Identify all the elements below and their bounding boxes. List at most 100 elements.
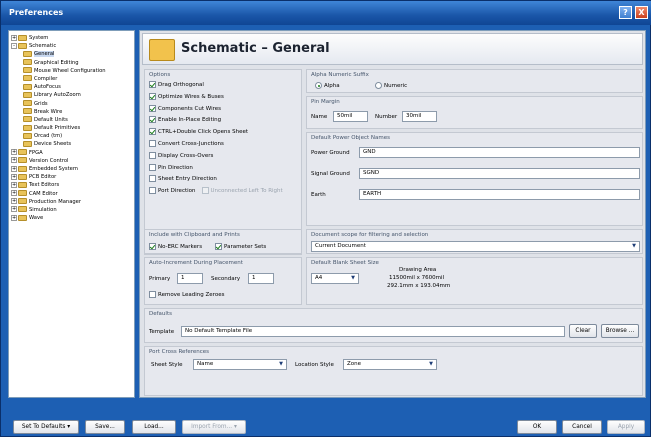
set-defaults-button[interactable]: Set To Defaults ▾ <box>13 420 79 434</box>
checkbox-box[interactable] <box>201 187 209 195</box>
expand-icon[interactable]: + <box>11 214 17 221</box>
ok-button[interactable]: OK <box>517 420 557 434</box>
chevron-down-icon[interactable]: ▼ <box>277 361 285 368</box>
page-header: Schematic – General <box>142 33 643 65</box>
pin-name-input[interactable]: 50mil <box>333 111 368 122</box>
tree-item[interactable]: Mouse Wheel Configuration <box>9 67 134 75</box>
checkbox-box[interactable] <box>149 151 156 159</box>
no-erc-check[interactable] <box>149 243 156 250</box>
tree-item[interactable]: + Wave <box>9 214 134 222</box>
checkbox-box[interactable] <box>149 104 156 112</box>
option-label: CTRL+Double Click Opens Sheet <box>158 129 248 136</box>
chevron-down-icon[interactable]: ▼ <box>630 243 638 250</box>
secondary-input[interactable]: 1 <box>248 273 274 284</box>
numeric-radio[interactable]: Numeric <box>375 82 407 89</box>
clear-button[interactable]: Clear <box>569 324 597 338</box>
option-checkbox[interactable]: Drag Orthogonal <box>149 81 204 88</box>
expand-icon[interactable]: + <box>11 149 17 156</box>
tree-item[interactable]: + Text Editors <box>9 181 134 189</box>
doc-scope-dropdown[interactable]: Current Document ▼ <box>311 241 640 252</box>
expand-icon[interactable]: + <box>11 165 17 172</box>
cancel-button[interactable]: Cancel <box>562 420 602 434</box>
power-name-input[interactable]: SGND <box>359 168 640 179</box>
folder-icon <box>18 206 27 213</box>
preferences-tree[interactable]: + System - Schematic General Graphical Editin… <box>8 30 135 398</box>
tree-item[interactable]: Compiler <box>9 75 134 83</box>
param-sets-check[interactable] <box>215 243 222 250</box>
import-button[interactable]: Import From... ▾ <box>182 420 246 434</box>
tree-item[interactable]: - Schematic <box>9 42 134 50</box>
primary-input[interactable]: 1 <box>177 273 203 284</box>
sheet-size-group: Default Blank Sheet Size A4 ▼ Drawing Are… <box>306 257 643 305</box>
option-checkbox[interactable]: Display Cross-Overs <box>149 151 213 159</box>
collapse-icon[interactable]: - <box>11 42 17 49</box>
tree-item[interactable]: AutoFocus <box>9 83 134 91</box>
tree-item[interactable]: + Embedded System <box>9 165 134 173</box>
location-style-dropdown[interactable]: Zone ▼ <box>343 359 437 370</box>
option-checkbox[interactable]: Convert Cross-Junctions <box>149 140 224 147</box>
template-input[interactable]: No Default Template File <box>181 326 565 337</box>
tree-item[interactable]: Grids <box>9 100 134 108</box>
tree-item[interactable]: + System <box>9 34 134 42</box>
tree-item[interactable]: + CAM Editor <box>9 190 134 198</box>
tree-item[interactable]: Graphical Editing <box>9 59 134 67</box>
chevron-down-icon[interactable]: ▼ <box>427 361 435 368</box>
checkbox-box[interactable] <box>149 92 156 100</box>
checkbox-box[interactable] <box>149 81 156 88</box>
expand-icon[interactable]: + <box>11 190 17 197</box>
checkbox-box[interactable] <box>149 175 156 183</box>
checkbox-box[interactable] <box>149 128 156 136</box>
tree-item[interactable]: Default Primitives <box>9 124 134 132</box>
checkbox-box[interactable] <box>149 163 156 171</box>
tree-item[interactable]: Device Sheets <box>9 140 134 148</box>
expand-icon[interactable]: + <box>11 198 17 205</box>
checkbox-box[interactable] <box>149 116 156 124</box>
help-button[interactable]: ? <box>619 6 632 19</box>
option-checkbox[interactable]: Sheet Entry Direction <box>149 175 217 183</box>
expand-icon[interactable]: + <box>11 181 17 188</box>
no-erc-checkbox[interactable]: No-ERC Markers <box>149 243 202 250</box>
close-button[interactable]: X <box>635 6 648 19</box>
tree-item[interactable]: Library AutoZoom <box>9 91 134 99</box>
expand-icon[interactable]: + <box>11 157 17 164</box>
apply-button[interactable]: Apply <box>607 420 645 434</box>
option-checkbox[interactable]: Pin Direction <box>149 163 193 171</box>
tree-item[interactable]: + PCB Editor <box>9 173 134 181</box>
tree-item[interactable]: Default Units <box>9 116 134 124</box>
option-checkbox[interactable]: Components Cut Wires <box>149 104 221 112</box>
chevron-down-icon[interactable]: ▼ <box>349 275 357 282</box>
sheet-size-dropdown[interactable]: A4 ▼ <box>311 273 359 284</box>
option-checkbox[interactable]: Optimize Wires & Buses <box>149 92 224 100</box>
load-button[interactable]: Load... <box>132 420 176 434</box>
tree-item[interactable]: + FPGA <box>9 149 134 157</box>
remove-zeroes-check[interactable] <box>149 291 156 298</box>
param-sets-checkbox[interactable]: Parameter Sets <box>215 243 266 250</box>
numeric-radio-dot[interactable] <box>375 82 382 89</box>
option-checkbox[interactable]: CTRL+Double Click Opens Sheet <box>149 128 248 136</box>
expand-icon[interactable]: + <box>11 34 17 41</box>
expand-icon[interactable]: + <box>11 206 17 213</box>
expand-icon[interactable]: + <box>11 173 17 180</box>
alpha-radio-dot[interactable] <box>315 82 322 89</box>
remove-zeroes-checkbox[interactable]: Remove Leading Zeroes <box>149 291 224 298</box>
browse-button[interactable]: Browse ... <box>601 324 639 338</box>
folder-icon <box>23 59 32 66</box>
tree-item[interactable]: + Production Manager <box>9 198 134 206</box>
unconnected-checkbox[interactable]: Unconnected Left To Right <box>201 187 283 195</box>
alpha-radio[interactable]: Alpha <box>315 82 340 89</box>
option-checkbox[interactable]: Port Direction Unconnected Left To Right <box>149 187 283 195</box>
tree-item[interactable]: Orcad (tm) <box>9 132 134 140</box>
tree-item[interactable]: Break Wire <box>9 108 134 116</box>
option-label: Pin Direction <box>158 164 193 171</box>
power-name-input[interactable]: EARTH <box>359 189 640 200</box>
option-checkbox[interactable]: Enable In-Place Editing <box>149 116 221 124</box>
sheet-style-dropdown[interactable]: Name ▼ <box>193 359 287 370</box>
save-button[interactable]: Save... <box>85 420 125 434</box>
tree-item[interactable]: + Version Control <box>9 157 134 165</box>
tree-item[interactable]: + Simulation <box>9 206 134 214</box>
pin-number-input[interactable]: 30mil <box>402 111 437 122</box>
power-name-input[interactable]: GND <box>359 147 640 158</box>
checkbox-box[interactable] <box>149 140 156 147</box>
tree-item[interactable]: General <box>9 50 134 58</box>
checkbox-box[interactable] <box>149 187 156 195</box>
